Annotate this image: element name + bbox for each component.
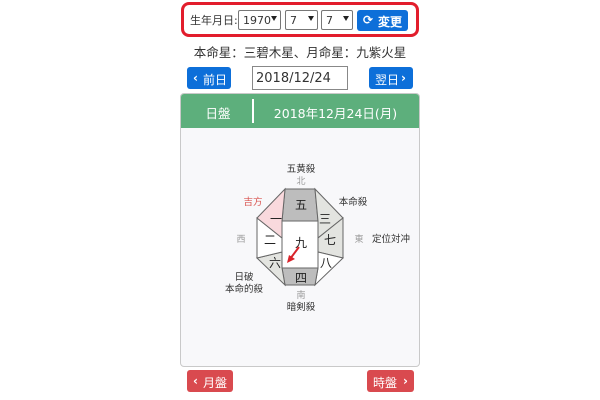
refresh-icon: ⟳ [363,13,374,27]
chevron-down-icon [308,16,314,21]
chevron-right-icon: › [401,71,406,85]
kyusei-board: 北 南 東 西 五黄殺 本命殺 定位対冲 暗剣殺 日破 本命的殺 吉方 五 三 … [225,163,410,313]
date-input[interactable]: 2018/12/24 [252,66,348,90]
chart-card: 日盤 2018年12月24日(月) 北 南 東 西 五黄殺 本命殺 定位対冲 暗… [180,93,420,367]
chevron-down-icon [343,16,349,21]
month-select[interactable]: 7 [285,10,318,30]
note-southwest-1: 日破 [234,271,254,283]
prev-day-label: 前日 [203,73,228,87]
chart-date-title: 2018年12月24日(月) [273,106,398,121]
cell-north-number: 五 [295,198,307,212]
next-day-button[interactable]: 翌日 › [369,67,413,89]
change-button-label: 変更 [378,15,403,29]
cell-south-number: 四 [295,271,307,285]
day-select-value: 7 [326,14,333,27]
direction-north: 北 [296,176,305,187]
tab-day-chart[interactable]: 日盤 [193,103,243,122]
note-southwest-2: 本命的殺 [225,283,264,295]
month-select-value: 7 [290,14,297,27]
hour-chart-label: 時盤 [373,376,398,390]
cell-northwest-number: 一 [270,212,282,226]
prev-day-button[interactable]: ‹ 前日 [187,67,231,89]
month-chart-button[interactable]: ‹ 月盤 [187,370,233,392]
cell-east-number: 七 [324,233,336,247]
direction-west: 西 [236,234,245,245]
cell-southwest-number: 六 [269,256,281,270]
center-number: 九 [295,236,307,250]
direction-east: 東 [354,233,363,245]
note-northwest-lucky: 吉方 [243,196,262,208]
year-select[interactable]: 1970 [238,10,281,30]
note-south: 暗剣殺 [287,301,316,313]
change-button[interactable]: ⟳ 変更 [357,10,408,31]
hour-chart-button[interactable]: 時盤 › [367,370,414,392]
card-header: 日盤 2018年12月24日(月) [181,94,419,128]
year-select-value: 1970 [243,14,271,27]
header-divider [252,99,254,123]
cell-northeast-number: 三 [319,212,331,226]
birthdate-label: 生年月日: [190,14,238,27]
honmei-star-text: 本命星：三碧木星、月命星：九紫火星 [193,45,407,60]
chevron-down-icon [271,16,277,21]
chevron-left-icon: ‹ [193,374,198,388]
note-northeast: 本命殺 [339,196,368,208]
direction-south: 南 [296,289,305,301]
cell-southeast-number: 八 [320,256,332,270]
chevron-right-icon: › [403,374,408,388]
day-select[interactable]: 7 [321,10,353,30]
cell-west-number: 二 [264,233,276,247]
note-east: 定位対冲 [372,233,410,245]
note-north: 五黄殺 [287,163,316,175]
date-input-value: 2018/12/24 [256,71,331,86]
chevron-left-icon: ‹ [193,71,198,85]
next-day-label: 翌日 [375,73,400,87]
month-chart-label: 月盤 [203,376,228,390]
